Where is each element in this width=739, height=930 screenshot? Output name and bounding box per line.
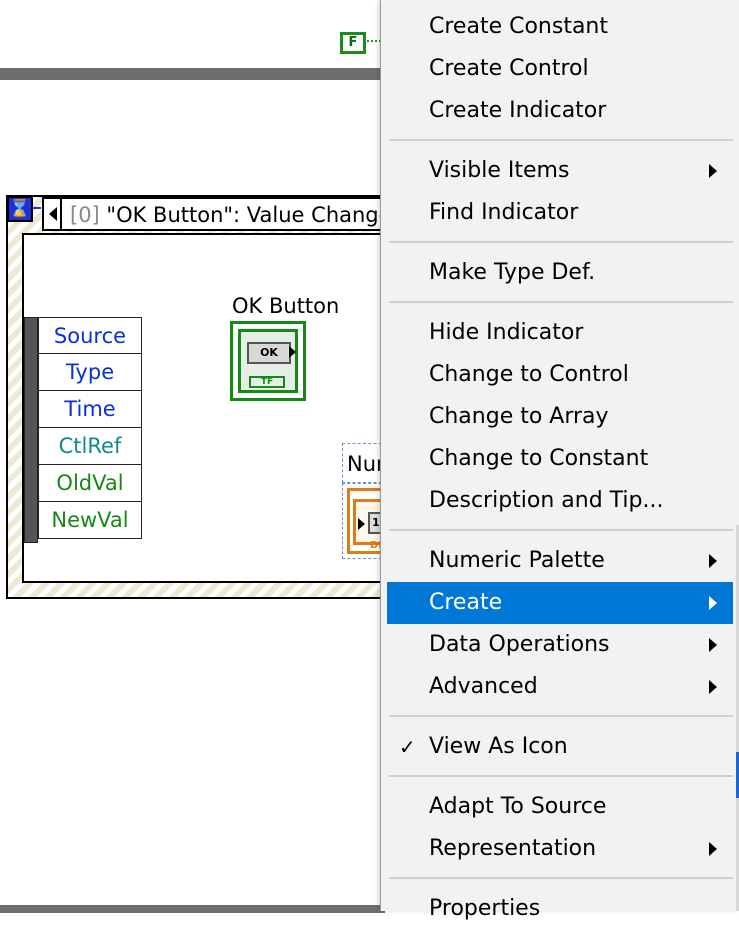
menu-item-change-to-control[interactable]: Change to Control xyxy=(387,354,733,396)
terminal-input-arrow-icon xyxy=(358,518,365,530)
checkmark-icon: ✓ xyxy=(399,735,416,759)
menu-item-adapt-to-source[interactable]: Adapt To Source xyxy=(387,786,733,828)
menu-item-change-to-constant[interactable]: Change to Constant xyxy=(387,438,733,480)
event-data-oldval[interactable]: OldVal xyxy=(38,465,142,502)
context-menu: Create Constant Create Control Create Indi… xyxy=(380,0,739,921)
event-data-ctlref[interactable]: CtlRef xyxy=(38,428,142,465)
menu-item-label: Create Indicator xyxy=(429,98,607,123)
boolean-type-tag: TF xyxy=(249,376,285,388)
menu-item-data-operations[interactable]: Data Operations xyxy=(387,624,733,666)
event-case-label: [0] "OK Button": Value Change xyxy=(70,203,387,227)
menu-item-create-constant[interactable]: Create Constant xyxy=(387,6,733,48)
event-data-node-handle[interactable] xyxy=(24,317,38,543)
event-data-newval[interactable]: NewVal xyxy=(38,502,142,539)
event-data-source[interactable]: Source xyxy=(38,317,142,354)
submenu-arrow-icon xyxy=(709,164,717,178)
menu-item-change-to-array[interactable]: Change to Array xyxy=(387,396,733,438)
menu-item-advanced[interactable]: Advanced xyxy=(387,666,733,708)
menu-item-view-as-icon[interactable]: ✓ View As Icon xyxy=(387,726,733,768)
menu-item-description-and-tip[interactable]: Description and Tip... xyxy=(387,480,733,522)
submenu-arrow-icon xyxy=(709,554,717,568)
ok-button-face: OK xyxy=(247,342,291,364)
menu-item-label: Change to Constant xyxy=(429,446,649,471)
submenu-arrow-icon xyxy=(709,680,717,694)
menu-item-create-control[interactable]: Create Control xyxy=(387,48,733,90)
menu-separator xyxy=(389,877,733,879)
event-case-selector[interactable]: [0] "OK Button": Value Change xyxy=(42,197,387,231)
boolean-wire xyxy=(367,40,381,44)
menu-item-label: Create Control xyxy=(429,56,589,81)
menu-item-create[interactable]: Create xyxy=(387,582,733,624)
menu-item-make-type-def[interactable]: Make Type Def. xyxy=(387,252,733,294)
menu-item-label: Data Operations xyxy=(429,632,610,657)
while-loop-border-top xyxy=(0,68,385,80)
menu-item-properties[interactable]: Properties xyxy=(387,888,733,930)
menu-item-find-indicator[interactable]: Find Indicator xyxy=(387,192,733,234)
menu-item-label: Representation xyxy=(429,836,597,861)
menu-item-label: Adapt To Source xyxy=(429,794,607,819)
menu-item-hide-indicator[interactable]: Hide Indicator xyxy=(387,312,733,354)
selector-divider xyxy=(60,199,62,229)
menu-item-label: Hide Indicator xyxy=(429,320,584,345)
menu-item-label: Change to Control xyxy=(429,362,629,387)
menu-item-label: Properties xyxy=(429,896,541,921)
event-data-time[interactable]: Time xyxy=(38,391,142,428)
menu-item-label: Advanced xyxy=(429,674,538,699)
menu-separator xyxy=(389,139,733,141)
timeout-terminal-wire xyxy=(33,207,41,209)
event-case-index: [0] xyxy=(70,203,100,227)
menu-separator xyxy=(389,775,733,777)
false-constant[interactable]: F xyxy=(340,32,366,54)
menu-item-label: Create xyxy=(429,590,503,615)
menu-item-label: Find Indicator xyxy=(429,200,579,225)
menu-item-label: Numeric Palette xyxy=(429,548,605,573)
hourglass-timeout-icon[interactable]: ⌛ xyxy=(7,196,33,222)
while-loop-border-bottom xyxy=(0,905,385,913)
menu-item-label: Make Type Def. xyxy=(429,260,596,285)
menu-item-representation[interactable]: Representation xyxy=(387,828,733,870)
ok-button-label: OK Button xyxy=(232,294,340,318)
menu-item-label: Visible Items xyxy=(429,158,570,183)
event-data-type[interactable]: Type xyxy=(38,354,142,391)
menu-separator xyxy=(389,529,733,531)
menu-item-label: Description and Tip... xyxy=(429,488,664,513)
menu-item-label: Create Constant xyxy=(429,14,608,39)
terminal-output-arrow-icon xyxy=(289,346,296,358)
event-data-node[interactable]: Source Type Time CtlRef OldVal NewVal xyxy=(38,317,142,539)
ok-button-terminal-icon: OK TF xyxy=(238,329,298,393)
event-case-name: "OK Button": Value Change xyxy=(99,203,387,227)
decrement-arrow-icon[interactable] xyxy=(49,207,57,221)
submenu-arrow-icon xyxy=(709,596,717,610)
menu-item-numeric-palette[interactable]: Numeric Palette xyxy=(387,540,733,582)
menu-item-create-indicator[interactable]: Create Indicator xyxy=(387,90,733,132)
menu-item-visible-items[interactable]: Visible Items xyxy=(387,150,733,192)
submenu-arrow-icon xyxy=(709,842,717,856)
menu-separator xyxy=(389,301,733,303)
ok-button-terminal[interactable]: OK TF xyxy=(230,321,306,401)
menu-separator xyxy=(389,715,733,717)
menu-item-label: View As Icon xyxy=(429,734,568,759)
menu-separator xyxy=(389,241,733,243)
submenu-arrow-icon xyxy=(709,638,717,652)
menu-item-label: Change to Array xyxy=(429,404,609,429)
